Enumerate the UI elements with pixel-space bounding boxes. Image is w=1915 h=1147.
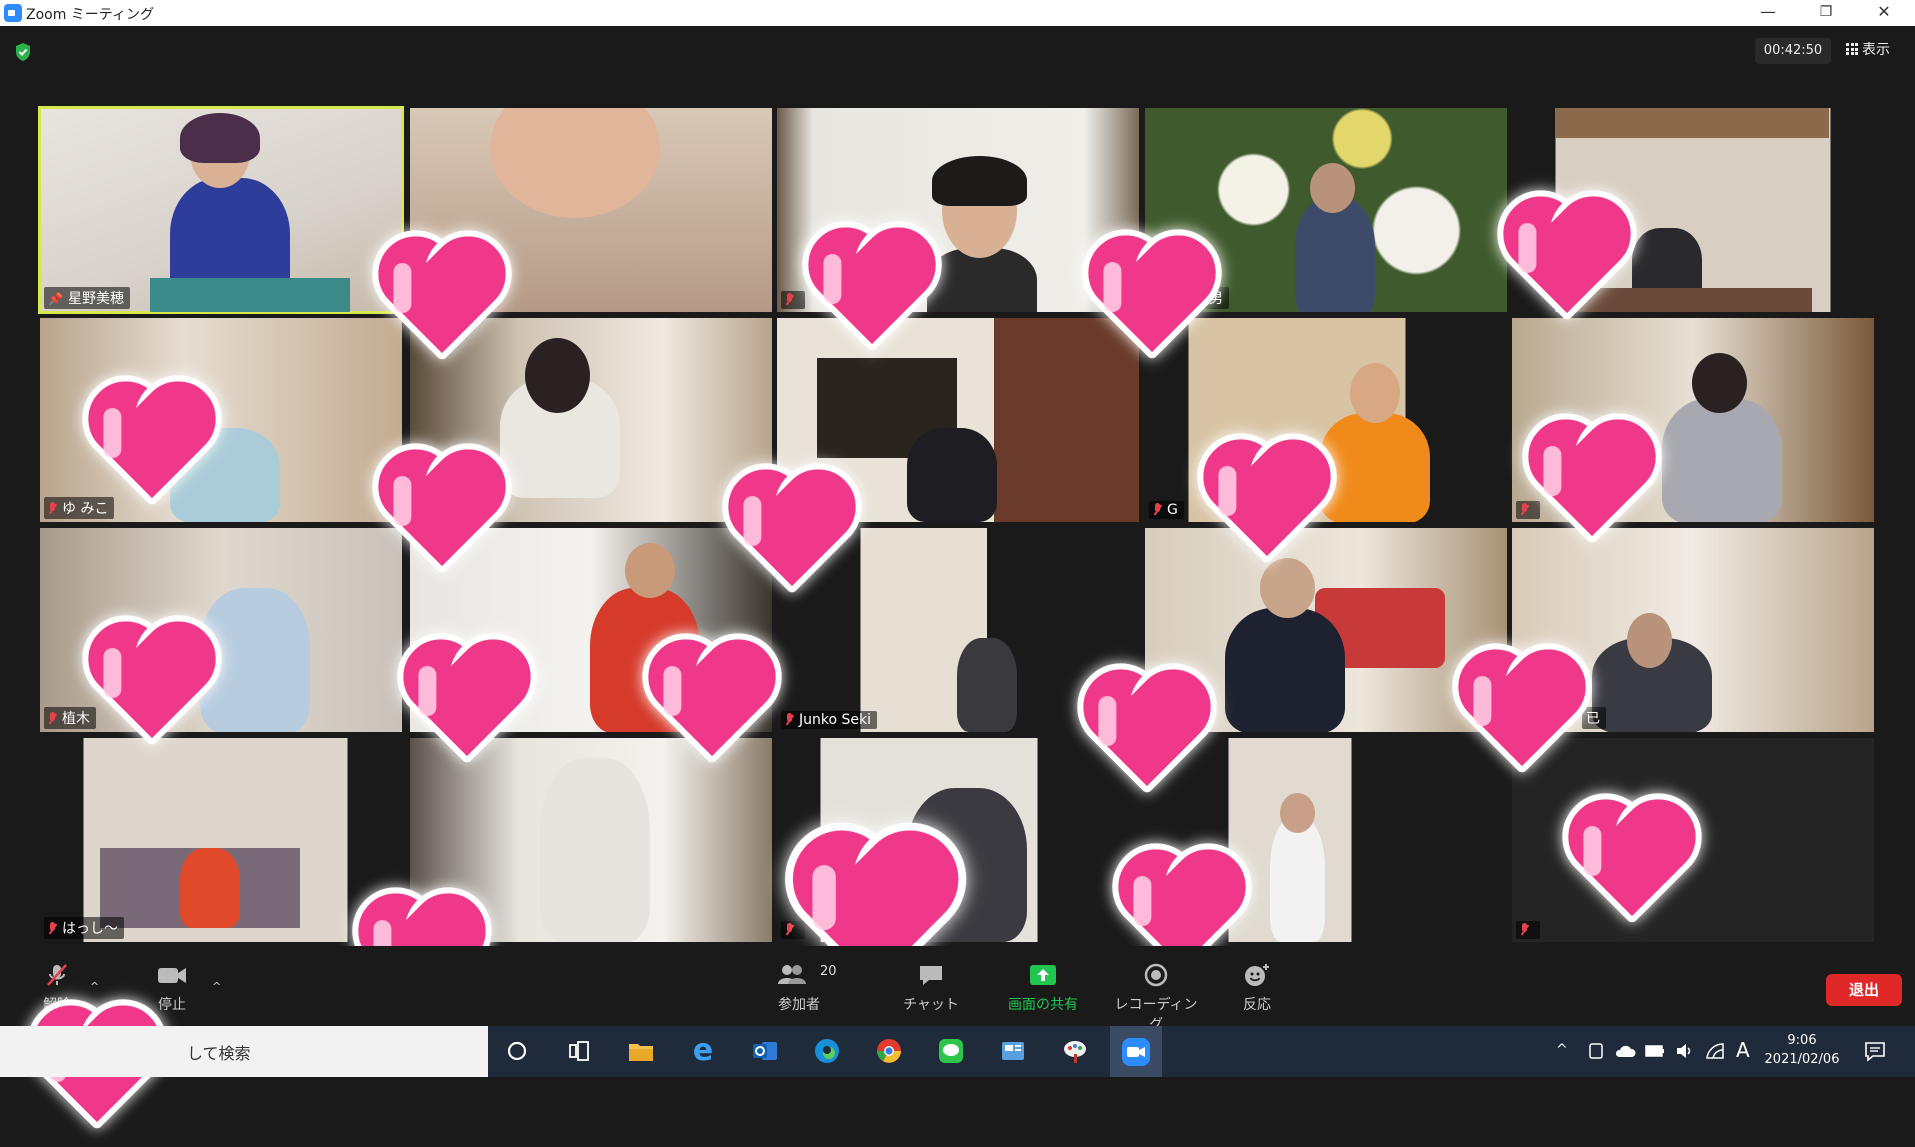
participant-hair — [180, 113, 260, 163]
chat-button[interactable]: チャット — [886, 962, 976, 1014]
taskbar-clock[interactable]: 9:06 2021/02/06 — [1762, 1031, 1842, 1069]
participant-figure — [180, 848, 240, 928]
video-options-caret[interactable]: ^ — [212, 980, 221, 993]
search-placeholder: して検索 — [187, 1044, 251, 1063]
participant-head — [525, 338, 590, 413]
participant-label: はっし〜 — [44, 917, 124, 939]
chrome-icon[interactable] — [874, 1036, 904, 1066]
shield-icon[interactable] — [14, 42, 32, 62]
participant-label: 📌 星野美穂 — [44, 287, 130, 309]
device-icon[interactable] — [1587, 1042, 1605, 1060]
video-tile[interactable]: 📌 星野美穂 — [38, 106, 404, 314]
task-view-icon[interactable] — [564, 1036, 594, 1066]
participant-label — [1516, 921, 1540, 939]
tray-expand-icon[interactable]: ^ — [1556, 1042, 1568, 1058]
participant-hair — [932, 156, 1027, 206]
muted-mic-icon — [1153, 503, 1162, 516]
video-tile[interactable]: はっし〜 — [40, 738, 402, 942]
participant-label: Junko Seki — [781, 711, 877, 729]
muted-mic-icon — [48, 712, 57, 725]
reactions-label: 反応 — [1243, 997, 1271, 1013]
meeting-area: 00:42:50 表示 📌 星野美穂 男 ゆ みこ G 植木 Junko Sek… — [0, 26, 1915, 1019]
participant-figure — [1295, 198, 1375, 312]
participant-figure — [957, 638, 1017, 732]
reactions-button[interactable]: 反応 — [1212, 962, 1302, 1014]
meeting-toolbar: 解除 ^ 停止 ^ 20 参加者 チャット 画面の共有 レコーディング — [0, 946, 1915, 1033]
windows-taskbar: して検索 e ^ A 9:06 2021/02/06 — [0, 1026, 1915, 1077]
muted-mic-icon — [48, 922, 57, 935]
participant-head — [1310, 163, 1355, 213]
taskbar-search-box[interactable]: して検索 — [0, 1026, 488, 1077]
share-screen-icon — [998, 962, 1088, 988]
leave-meeting-button[interactable]: 退出 — [1826, 974, 1902, 1006]
close-button[interactable]: ✕ — [1855, 0, 1913, 26]
record-button[interactable]: レコーディング — [1108, 962, 1204, 1034]
yoga-mat — [150, 278, 350, 312]
grid-icon — [1846, 43, 1858, 55]
rug — [1572, 288, 1812, 312]
file-explorer-icon[interactable] — [626, 1036, 656, 1066]
video-camera-icon — [127, 962, 217, 988]
zoom-icon — [1122, 1038, 1150, 1066]
window-title: Zoom ミーティング — [26, 7, 154, 23]
participants-count: 20 — [820, 964, 837, 979]
record-icon — [1108, 962, 1204, 988]
paint-app-icon[interactable] — [1060, 1036, 1090, 1066]
participant-head — [625, 543, 675, 598]
volume-icon[interactable] — [1674, 1041, 1694, 1061]
view-button[interactable]: 表示 — [1846, 36, 1890, 64]
title-bar: Zoom ミーティング — ❐ ✕ — [0, 0, 1915, 26]
participant-head — [1280, 793, 1315, 833]
view-label: 表示 — [1862, 42, 1890, 58]
muted-mic-icon — [48, 502, 57, 515]
participants-icon: 20 — [754, 962, 844, 988]
participant-figure — [1662, 398, 1782, 522]
onedrive-cloud-icon[interactable] — [1614, 1043, 1636, 1059]
cortana-icon[interactable] — [502, 1036, 532, 1066]
chat-icon — [886, 962, 976, 988]
participant-head — [1350, 363, 1400, 423]
participant-figure — [1225, 608, 1345, 732]
participant-head — [1692, 353, 1747, 413]
share-screen-label: 画面の共有 — [1008, 997, 1078, 1013]
reaction-smiley-icon — [1212, 962, 1302, 988]
participant-head — [490, 108, 660, 218]
wifi-icon[interactable] — [1705, 1041, 1725, 1061]
muted-mic-icon — [1520, 923, 1529, 936]
chat-label: チャット — [903, 997, 959, 1013]
ime-indicator[interactable]: A — [1736, 1038, 1750, 1062]
muted-mic-icon — [785, 713, 794, 726]
zoom-app-icon — [4, 4, 22, 22]
meeting-timer: 00:42:50 — [1755, 38, 1831, 64]
zoom-taskbar-button[interactable] — [1110, 1026, 1162, 1077]
notification-center-icon[interactable] — [1864, 1040, 1886, 1062]
share-screen-button[interactable]: 画面の共有 — [998, 962, 1088, 1014]
ceiling — [1556, 108, 1829, 138]
stop-video-label: 停止 — [158, 997, 186, 1013]
participant-head — [1627, 613, 1672, 668]
pin-icon: 📌 — [48, 292, 63, 306]
participant-figure — [1320, 413, 1430, 522]
participant-figure — [907, 428, 997, 522]
edge-icon[interactable] — [812, 1036, 842, 1066]
internet-explorer-icon[interactable]: e — [688, 1036, 718, 1066]
minimize-button[interactable]: — — [1739, 0, 1797, 26]
participant-label: ゆ みこ — [44, 497, 115, 519]
clock-time: 9:06 — [1787, 1033, 1817, 1048]
participant-figure — [1270, 818, 1325, 942]
clock-date: 2021/02/06 — [1764, 1052, 1840, 1067]
participants-label: 参加者 — [778, 997, 820, 1013]
battery-icon[interactable] — [1645, 1043, 1665, 1059]
line-app-icon[interactable] — [936, 1036, 966, 1066]
participants-button[interactable]: 20 参加者 — [754, 962, 844, 1014]
outlook-icon[interactable] — [750, 1036, 780, 1066]
restore-button[interactable]: ❐ — [1797, 0, 1855, 26]
news-app-icon[interactable] — [998, 1036, 1028, 1066]
participant-figure — [540, 758, 650, 942]
